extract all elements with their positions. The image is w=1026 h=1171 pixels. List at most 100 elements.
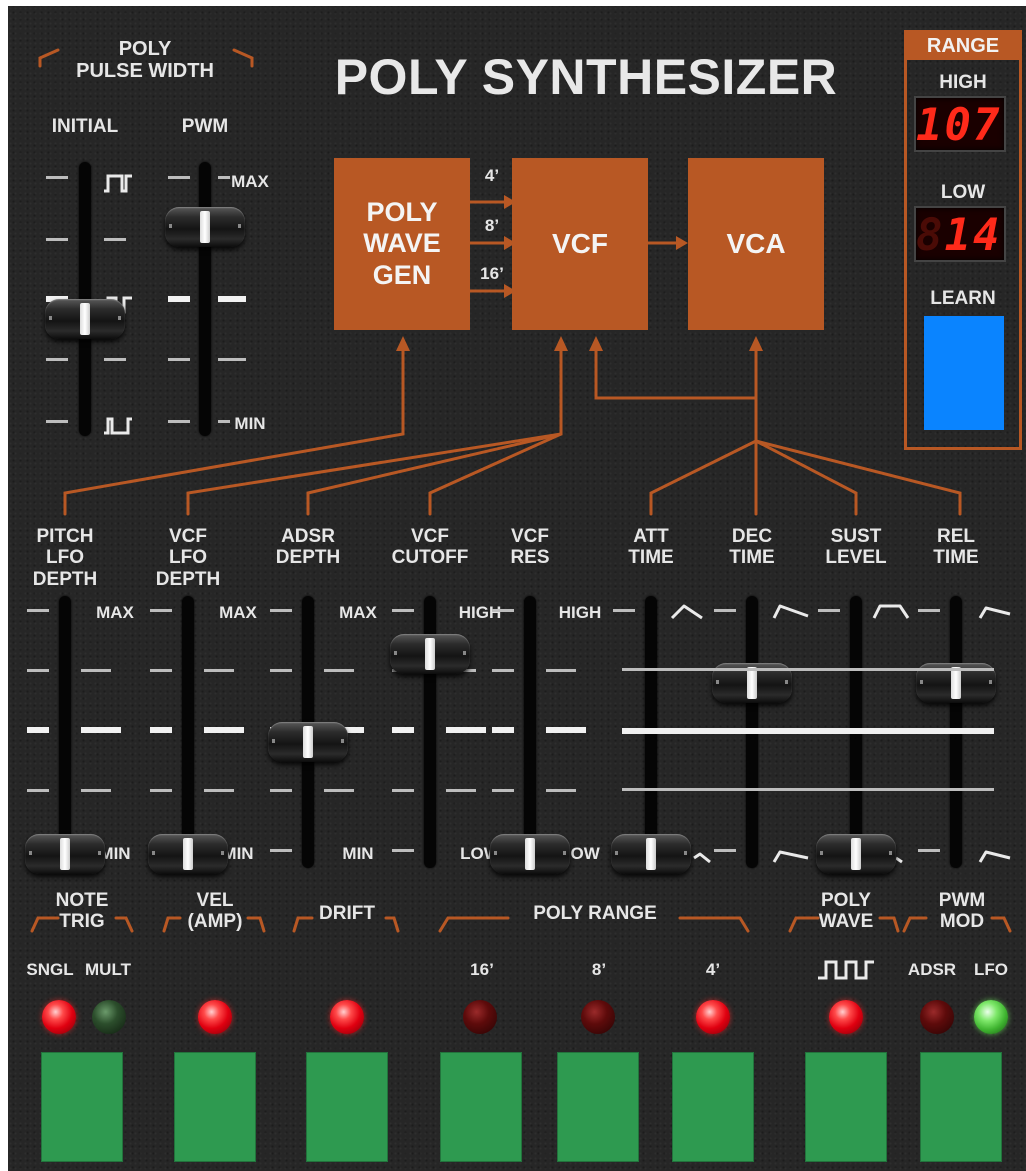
slider-tick bbox=[27, 669, 49, 672]
slider-label: REL TIME bbox=[933, 526, 979, 569]
led-range-8 bbox=[581, 1000, 615, 1034]
led-lfo bbox=[974, 1000, 1008, 1034]
slider-knob[interactable] bbox=[611, 834, 691, 874]
slider-max-label: HIGH bbox=[458, 603, 502, 622]
slider-tick bbox=[324, 789, 354, 792]
slider-rail[interactable] bbox=[59, 596, 71, 868]
slider-knob[interactable] bbox=[816, 834, 896, 874]
slider-max-label: HIGH bbox=[558, 603, 602, 622]
poly-range-4-button[interactable] bbox=[672, 1052, 754, 1162]
slider-label: VCF LFO DEPTH bbox=[155, 526, 221, 590]
poly-range-label: POLY RANGE bbox=[533, 903, 657, 924]
slider-tick bbox=[27, 789, 49, 792]
led-sngl bbox=[42, 1000, 76, 1034]
drift-label: DRIFT bbox=[319, 903, 375, 924]
feet-label-4: 4’ bbox=[484, 166, 500, 185]
slider-tick bbox=[324, 669, 354, 672]
slider-rail[interactable] bbox=[524, 596, 536, 868]
sngl-label: SNGL bbox=[26, 960, 74, 979]
slider-tick bbox=[446, 789, 476, 792]
slider-tick bbox=[392, 849, 414, 852]
led-poly-wave bbox=[829, 1000, 863, 1034]
mult-label: MULT bbox=[85, 960, 131, 979]
slider-tick bbox=[150, 669, 172, 672]
slider-tick bbox=[150, 609, 172, 612]
slider-knob[interactable] bbox=[148, 834, 228, 874]
slider-label: ATT TIME bbox=[628, 526, 674, 569]
slider-rail[interactable] bbox=[182, 596, 194, 868]
slider-tick bbox=[150, 727, 172, 733]
note-trig-button[interactable] bbox=[41, 1052, 123, 1162]
initial-label: INITIAL bbox=[51, 116, 119, 137]
slider-tick bbox=[204, 789, 234, 792]
slider-max-label: MAX bbox=[219, 603, 257, 622]
pwm-tick bbox=[218, 176, 230, 179]
feet-label-8: 8’ bbox=[484, 216, 500, 235]
range-16-label: 16’ bbox=[470, 960, 494, 979]
slider-knob[interactable] bbox=[25, 834, 105, 874]
slider-tick bbox=[81, 669, 111, 672]
pwm-rail[interactable] bbox=[199, 162, 211, 436]
slider-label: PITCH LFO DEPTH bbox=[32, 526, 98, 590]
initial-tick bbox=[46, 420, 68, 423]
synth-panel: POLY PULSE WIDTH INITIAL PWM MAX MIN POL… bbox=[8, 6, 1026, 1171]
page-title: POLY SYNTHESIZER bbox=[334, 49, 838, 105]
slider-tick bbox=[492, 669, 514, 672]
poly-wave-label: POLY WAVE bbox=[818, 890, 874, 933]
range-4-label: 4’ bbox=[705, 960, 721, 979]
slider-max-label: MAX bbox=[339, 603, 377, 622]
learn-button[interactable] bbox=[924, 316, 1004, 430]
poly-wave-button[interactable] bbox=[805, 1052, 887, 1162]
range-title: RANGE bbox=[904, 30, 1022, 60]
pwm-tick bbox=[218, 296, 246, 302]
slider-tick bbox=[27, 609, 49, 612]
range-8-label: 8’ bbox=[591, 960, 607, 979]
pwm-slider-knob[interactable] bbox=[165, 206, 245, 247]
pwm-tick bbox=[168, 358, 190, 361]
guide-line bbox=[622, 668, 994, 671]
slider-tick bbox=[27, 727, 49, 733]
slider-tick bbox=[204, 727, 244, 733]
slider-tick bbox=[714, 609, 736, 612]
pwm-tick bbox=[218, 358, 246, 361]
range-low-value: 14 bbox=[944, 210, 1002, 261]
slider-knob[interactable] bbox=[268, 721, 348, 762]
slider-tick bbox=[270, 849, 292, 852]
pwm-max-label: MAX bbox=[231, 172, 269, 191]
slider-tick bbox=[492, 609, 514, 612]
pwm-mod-button[interactable] bbox=[920, 1052, 1002, 1162]
drift-button[interactable] bbox=[306, 1052, 388, 1162]
slider-label: DEC TIME bbox=[729, 526, 775, 569]
slider-tick bbox=[492, 789, 514, 792]
poly-wave-gen-block: POLY WAVE GEN bbox=[334, 158, 470, 330]
poly-range-16-button[interactable] bbox=[440, 1052, 522, 1162]
slider-tick bbox=[392, 789, 414, 792]
slider-knob[interactable] bbox=[390, 633, 470, 674]
initial-tick bbox=[46, 176, 68, 179]
slider-min-label: MIN bbox=[342, 844, 374, 863]
vca-block: VCA bbox=[688, 158, 824, 330]
vel-amp-button[interactable] bbox=[174, 1052, 256, 1162]
adsr-label: ADSR bbox=[907, 960, 957, 979]
poly-range-8-button[interactable] bbox=[557, 1052, 639, 1162]
slider-tick bbox=[81, 727, 121, 733]
range-high-value: 107 bbox=[916, 100, 1002, 151]
slider-knob[interactable] bbox=[490, 834, 570, 874]
pwm-label: PWM bbox=[181, 116, 229, 137]
led-adsr bbox=[920, 1000, 954, 1034]
pwm-mod-label: PWM MOD bbox=[938, 890, 986, 933]
range-low-display[interactable]: 814 bbox=[914, 206, 1006, 262]
led-range-4 bbox=[696, 1000, 730, 1034]
slider-tick bbox=[270, 789, 292, 792]
initial-tick bbox=[104, 358, 126, 361]
range-high-display[interactable]: 107 bbox=[914, 96, 1006, 152]
vcf-block: VCF bbox=[512, 158, 648, 330]
pwm-tick bbox=[218, 420, 230, 423]
slider-tick bbox=[918, 609, 940, 612]
range-high-label: HIGH bbox=[939, 72, 987, 93]
initial-tick bbox=[46, 358, 68, 361]
slider-tick bbox=[492, 727, 514, 733]
slider-max-label: MAX bbox=[96, 603, 134, 622]
slider-tick bbox=[392, 609, 414, 612]
initial-pw-slider-knob[interactable] bbox=[45, 299, 125, 340]
